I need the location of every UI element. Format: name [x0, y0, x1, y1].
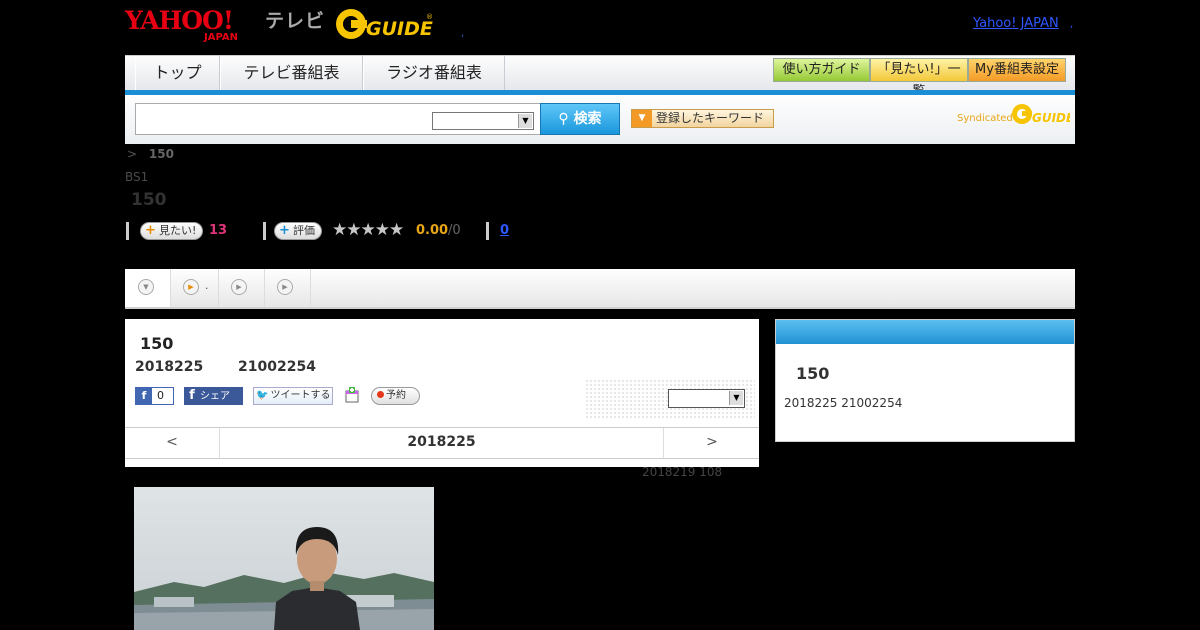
facebook-share-button[interactable]: f シェア: [184, 387, 243, 405]
yahoo-japan-link[interactable]: Yahoo! JAPAN: [973, 16, 1059, 31]
divider: [263, 222, 266, 240]
search-category-select[interactable]: ▼: [432, 112, 534, 130]
program-detail-panel: 150 2018225 21002254 f0 f シェア 🐦 ツイートする 予約 …: [125, 319, 759, 467]
detail-title: 150: [140, 334, 174, 353]
breadcrumb: > 150: [127, 147, 174, 161]
svg-text:®: ®: [426, 13, 433, 21]
chevron-down-icon: ▼: [138, 279, 154, 295]
channel-name: BS1: [125, 170, 149, 184]
program-title: 150: [131, 190, 167, 210]
update-note: 2018219 108: [642, 465, 723, 479]
tv-label: テレビ: [265, 10, 326, 32]
next-day-button[interactable]: >: [663, 428, 760, 458]
search-icon: ⚲: [558, 111, 569, 127]
play-icon: ▶: [183, 279, 199, 295]
reserve-label: 予約: [386, 390, 406, 401]
comment-count-link[interactable]: 0: [500, 223, 509, 238]
side-date-time: 2018225 21002254: [784, 396, 903, 410]
side-panel-header: [776, 320, 1074, 344]
header-separator-dot: ,: [1070, 19, 1074, 30]
facebook-like-button[interactable]: f0: [135, 387, 174, 405]
breadcrumb-separator: >: [127, 147, 138, 161]
facebook-share-label: シェア: [200, 391, 230, 402]
svg-text:YAHOO!: YAHOO!: [124, 6, 233, 35]
search-button-label: 検索: [573, 111, 602, 127]
tab-2[interactable]: ▶ .: [171, 269, 219, 307]
rate-label: 評価: [293, 224, 315, 237]
yahoo-japan-logo[interactable]: YAHOO! JAPAN: [124, 4, 262, 42]
my-schedule-settings-button[interactable]: My番組表設定: [968, 58, 1066, 82]
chevron-down-icon: ▼: [518, 114, 532, 128]
play-icon: ▶: [231, 279, 247, 295]
usage-guide-button[interactable]: 使い方ガイド: [773, 58, 870, 82]
calendar-add-icon[interactable]: [344, 387, 360, 403]
facebook-like-count: 0: [157, 389, 164, 402]
broadcast-time: 21002254: [238, 359, 316, 375]
svg-text:GUIDE: GUIDE: [1032, 111, 1070, 125]
tab-3[interactable]: ▶: [219, 269, 265, 307]
plus-icon: +: [145, 223, 156, 238]
main-nav: トップ テレビ番組表 ラジオ番組表 使い方ガイド 「見たい!」一覧 My番組表設…: [125, 55, 1075, 99]
tab-2-label: .: [205, 279, 209, 292]
current-day-label: 2018225: [407, 434, 476, 450]
syndicated-gguide-logo: GUIDE: [1012, 104, 1070, 125]
tab-4[interactable]: ▶: [265, 269, 311, 307]
tab-radio-schedule[interactable]: ラジオ番組表: [363, 56, 505, 90]
side-title: 150: [796, 364, 830, 383]
plus-icon: +: [279, 223, 290, 238]
tab-details[interactable]: ▼: [125, 269, 171, 307]
side-info-panel: 150 2018225 21002254: [775, 319, 1075, 442]
divider: [126, 222, 129, 240]
tweet-label: ツイートする: [270, 390, 331, 401]
content-tabs: ▼ ▶ . ▶ ▶: [125, 269, 1075, 309]
facebook-icon: f: [136, 388, 152, 404]
rating-count: /0: [448, 223, 461, 238]
mitai-button[interactable]: + 見たい!: [140, 222, 204, 240]
tab-top[interactable]: トップ: [135, 56, 220, 90]
search-bar: ▼ ⚲ 検索 ▼ 登録したキーワード Syndicated GUIDE: [125, 95, 1075, 144]
tweet-button[interactable]: 🐦 ツイートする: [253, 387, 333, 405]
divider: [486, 222, 489, 240]
rating-stars: ★★★★★: [332, 220, 404, 240]
registered-keywords-button[interactable]: ▼ 登録したキーワード: [631, 109, 774, 128]
detail-select[interactable]: ▼: [668, 389, 745, 408]
tab-tv-schedule[interactable]: テレビ番組表: [220, 56, 363, 90]
record-icon: [377, 391, 384, 398]
breadcrumb-current: 150: [148, 147, 174, 161]
svg-text:JAPAN: JAPAN: [203, 32, 238, 42]
chevron-down-icon: ▼: [729, 391, 743, 405]
header-separator-dot: ,: [461, 28, 465, 39]
program-photo: [134, 487, 434, 630]
previous-day-button[interactable]: <: [125, 428, 220, 458]
rate-button[interactable]: + 評価: [274, 222, 322, 240]
play-icon: ▶: [277, 279, 293, 295]
search-button[interactable]: ⚲ 検索: [540, 103, 620, 135]
svg-text:GUIDE: GUIDE: [366, 18, 433, 40]
mitai-list-button[interactable]: 「見たい!」一覧: [870, 58, 968, 99]
twitter-bird-icon: 🐦: [256, 390, 269, 401]
facebook-icon: f: [189, 388, 195, 403]
date-navigation: < 2018225 >: [125, 427, 759, 459]
registered-keywords-label: 登録したキーワード: [656, 111, 765, 125]
broadcast-date: 2018225: [135, 359, 204, 375]
mitai-count: 13: [209, 223, 228, 238]
gguide-logo[interactable]: GUIDE ®: [334, 5, 434, 43]
rating-value: 0.00: [416, 223, 449, 238]
reserve-button[interactable]: 予約: [371, 387, 420, 405]
mitai-label: 見たい!: [159, 224, 197, 237]
triangle-down-icon: ▼: [632, 110, 652, 127]
syndicated-label: Syndicated: [957, 113, 1013, 124]
